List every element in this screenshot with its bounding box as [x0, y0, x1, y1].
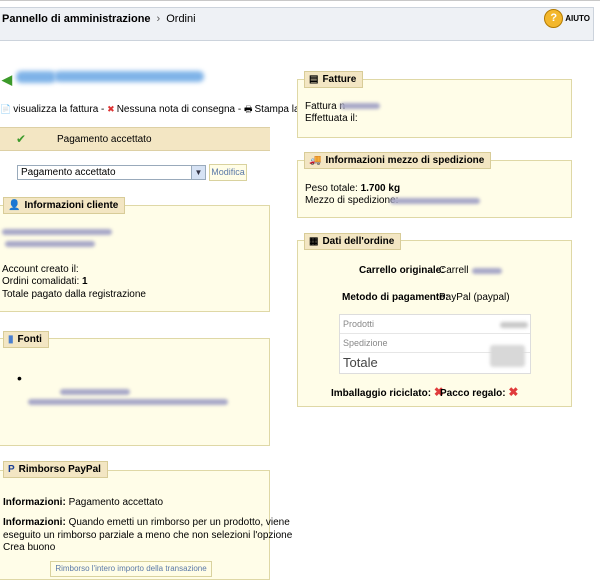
refund-info-value: Pagamento accettato — [68, 497, 164, 508]
refund-info-2: Informazioni: Quando emetti un rimborso … — [3, 517, 290, 528]
refund-info2-text3: Crea buono — [3, 542, 56, 553]
source-url-blurred[interactable] — [28, 399, 228, 405]
original-cart-value[interactable]: Carrell — [439, 265, 468, 276]
order-title-blurred-2 — [54, 71, 204, 82]
order-data-title: Dati dell'ordine — [322, 236, 395, 247]
order-totals-table: Prodotti Spedizione Totale — [339, 314, 531, 374]
shipping-cost-label: Spedizione — [343, 338, 388, 348]
chart-icon: ▮ — [8, 334, 14, 345]
customer-legend: 👤 Informazioni cliente — [3, 197, 126, 214]
status-select[interactable]: Pagamento accettato ▼ — [17, 165, 206, 180]
customer-name-blurred — [2, 229, 112, 235]
orders-completed: Ordini comalidati: 1 — [2, 276, 88, 287]
view-invoice-link[interactable]: visualizza la fattura — [13, 104, 98, 115]
invoice-number-label: Fattura n — [305, 101, 346, 112]
refund-info-label: Informazioni: — [3, 497, 66, 508]
breadcrumb-root[interactable]: Pannello di amministrazione — [2, 13, 151, 25]
original-cart-blurred — [472, 268, 502, 274]
products-label: Prodotti — [343, 319, 375, 329]
customer-title: Informazioni cliente — [24, 200, 119, 211]
source-link-blurred[interactable] — [60, 389, 130, 395]
shipping-carrier-label: Mezzo di spedizione: — [305, 195, 399, 206]
products-value-blurred — [500, 322, 528, 328]
status-select-value: Pagamento accettato — [21, 167, 116, 178]
account-created: Account creato il: — [2, 264, 79, 275]
truck-icon: 🚚 — [309, 155, 322, 166]
invoice-icon: 📄 — [0, 104, 12, 114]
refund-info2-label: Informazioni: — [3, 517, 66, 528]
gift-wrap: Pacco regalo: ✖ — [440, 385, 518, 399]
top-border — [0, 0, 600, 1]
orders-completed-value: 1 — [82, 276, 88, 287]
refund-info: Informazioni: Pagamento accettato — [3, 497, 163, 508]
help-button[interactable]: ? AIUTO — [544, 9, 590, 28]
print-icon: 🖶 — [244, 104, 253, 114]
order-data-icon: ▦ — [309, 236, 319, 247]
breadcrumb-separator-icon: › — [156, 13, 161, 25]
modify-button[interactable]: Modifica — [209, 164, 247, 181]
cross-icon-2: ✖ — [508, 385, 519, 399]
current-status-bar: ✔ Pagamento accettato — [0, 127, 270, 151]
shipping-weight-label: Peso totale: — [305, 183, 358, 194]
invoice-number-blurred[interactable] — [340, 103, 380, 109]
back-arrow-icon[interactable]: ◀ — [2, 72, 12, 88]
customer-email-blurred — [5, 241, 95, 247]
total-label: Totale — [343, 355, 378, 370]
refund-title: Rimborso PayPal — [18, 464, 101, 475]
recycled-packaging: Imballaggio riciclato: ✖ — [331, 385, 444, 399]
delivery-note-text: Nessuna nota di consegna — [116, 104, 236, 115]
invoices-legend: ▤ Fatture — [304, 71, 364, 88]
total-value-blurred — [490, 345, 525, 367]
refund-info2-text1: Quando emetti un rimborso per un prodott… — [68, 517, 290, 528]
shipping-carrier: Mezzo di spedizione: — [305, 195, 398, 206]
current-status-text: Pagamento accettato — [57, 134, 152, 145]
chevron-down-icon: ▼ — [191, 166, 205, 179]
refund-info2-text2: eseguito un rimborso parziale a meno che… — [3, 530, 293, 541]
user-icon: 👤 — [8, 200, 21, 211]
invoices-title: Fatture — [322, 74, 357, 85]
order-actions: 📄 visualizza la fattura - ✖ Nessuna nota d… — [0, 102, 332, 118]
breadcrumb: Pannello di amministrazione › Ordini — [2, 13, 196, 25]
paypal-icon: P — [8, 464, 15, 475]
source-bullet: • — [17, 370, 22, 386]
shipping-carrier-blurred — [390, 198, 480, 204]
help-icon: ? — [544, 9, 564, 28]
breadcrumb-current: Ordini — [166, 13, 196, 25]
shipping-legend: 🚚 Informazioni mezzo di spedizione — [304, 152, 492, 169]
sources-legend: ▮ Fonti — [3, 331, 49, 348]
invoice-list-icon: ▤ — [309, 74, 319, 85]
payment-method-label: Metodo di pagamento: — [342, 292, 449, 303]
invoice-date: Effettuata il: — [305, 113, 358, 124]
sources-title: Fonti — [17, 334, 42, 345]
original-cart-label: Carrello originale: — [359, 265, 445, 276]
refund-legend: P Rimborso PayPal — [3, 461, 108, 478]
sources-panel — [0, 338, 270, 446]
order-title-blurred — [16, 71, 56, 83]
invoice-number: Fattura n — [305, 101, 345, 112]
total-paid: Totale pagato dalla registrazione — [2, 289, 146, 300]
payment-method-value: PayPal (paypal) — [439, 292, 510, 303]
recycled-label: Imballaggio riciclato: — [331, 388, 432, 399]
orders-completed-label: Ordini comalidati: — [2, 276, 80, 287]
shipping-title: Informazioni mezzo di spedizione — [325, 155, 485, 166]
help-label: AIUTO — [565, 14, 590, 23]
gift-label: Pacco regalo: — [440, 388, 506, 399]
order-data-legend: ▦ Dati dell'ordine — [304, 233, 402, 250]
shipping-weight-value: 1.700 kg — [360, 183, 401, 194]
full-refund-button[interactable]: Rimborso l'intero importo della transazi… — [50, 561, 212, 577]
check-icon: ✔ — [16, 132, 27, 146]
shipping-weight: Peso totale: 1.700 kg — [305, 183, 400, 194]
no-delivery-icon: ✖ — [107, 104, 115, 114]
